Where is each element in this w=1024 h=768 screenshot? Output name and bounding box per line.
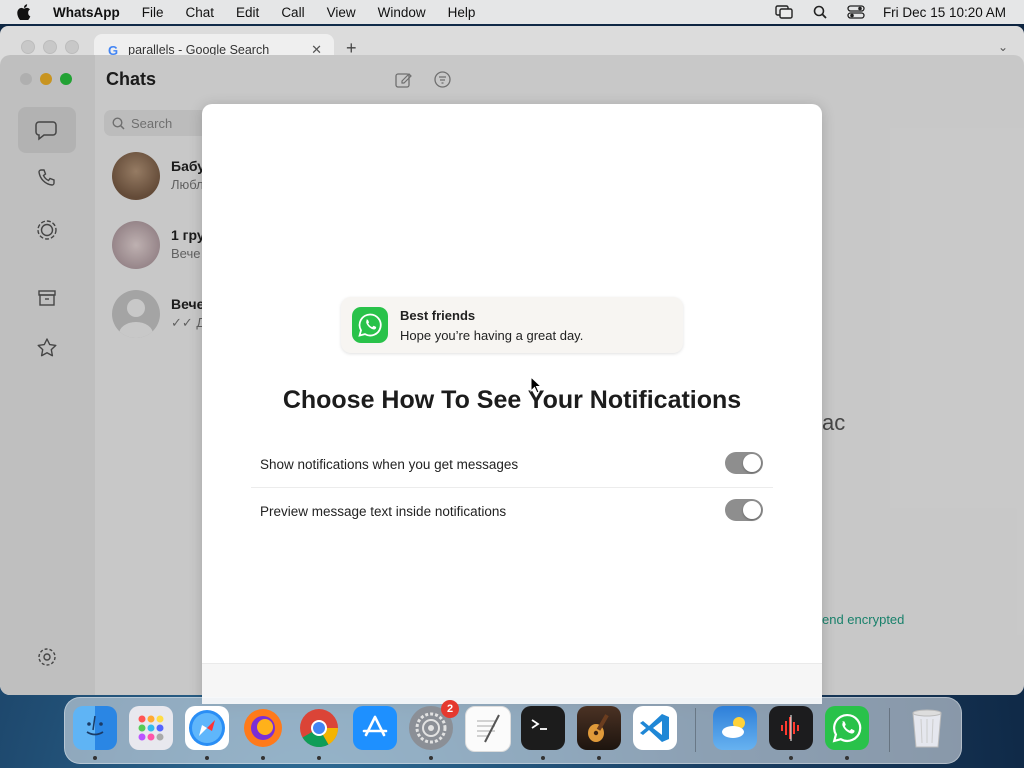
preview-text-toggle[interactable] <box>725 499 763 521</box>
whatsapp-dock-icon[interactable] <box>825 706 869 750</box>
app-store-icon[interactable] <box>353 706 397 750</box>
menu-app-name[interactable]: WhatsApp <box>53 5 120 20</box>
menu-clock[interactable]: Fri Dec 15 10:20 AM <box>883 5 1006 20</box>
apple-menu-icon[interactable] <box>17 4 37 20</box>
screen-mirroring-icon[interactable] <box>775 5 793 19</box>
launchpad-icon[interactable] <box>129 706 173 750</box>
menu-file[interactable]: File <box>142 5 164 20</box>
option-label: Preview message text inside notification… <box>260 503 507 519</box>
weather-icon[interactable] <box>713 706 757 750</box>
voice-memos-icon[interactable] <box>769 706 813 750</box>
safari-icon[interactable] <box>185 706 229 750</box>
textedit-icon[interactable] <box>465 706 511 752</box>
spotlight-search-icon[interactable] <box>811 5 829 19</box>
menu-call[interactable]: Call <box>281 5 304 20</box>
notification-body: Hope you’re having a great day. <box>400 328 584 343</box>
browser-traffic-lights <box>21 40 79 54</box>
show-notifications-toggle[interactable] <box>725 452 763 474</box>
whatsapp-logo-icon <box>352 307 388 343</box>
chrome-icon[interactable] <box>297 706 341 750</box>
notification-options-list: Show notifications when you get messages… <box>251 441 773 534</box>
control-center-icon[interactable] <box>847 5 865 19</box>
menu-edit[interactable]: Edit <box>236 5 259 20</box>
mouse-cursor-icon <box>530 375 543 399</box>
notification-settings-dialog: Best friends Hope you’re having a great … <box>202 104 822 704</box>
trash-icon[interactable] <box>905 706 949 750</box>
notification-badge: 2 <box>441 700 459 718</box>
notification-preview-card: Best friends Hope you’re having a great … <box>341 297 683 353</box>
option-preview-text: Preview message text inside notification… <box>251 488 773 534</box>
menu-chat[interactable]: Chat <box>186 5 215 20</box>
option-show-notifications: Show notifications when you get messages <box>251 441 773 488</box>
dock: 2 <box>64 697 962 764</box>
finder-icon[interactable] <box>73 706 117 750</box>
option-label: Show notifications when you get messages <box>260 456 519 472</box>
menu-view[interactable]: View <box>327 5 356 20</box>
system-settings-icon[interactable]: 2 <box>409 700 459 750</box>
terminal-icon[interactable] <box>521 706 565 750</box>
menu-window[interactable]: Window <box>378 5 426 20</box>
vscode-icon[interactable] <box>633 706 677 750</box>
menu-help[interactable]: Help <box>448 5 476 20</box>
tab-list-chevron-icon[interactable]: ⌄ <box>998 40 1008 54</box>
dialog-heading: Choose How To See Your Notifications <box>282 386 742 414</box>
notification-title: Best friends <box>400 308 476 323</box>
menu-bar: WhatsApp File Chat Edit Call View Window… <box>0 0 1024 24</box>
garageband-icon[interactable] <box>577 706 621 750</box>
firefox-icon[interactable] <box>241 706 285 750</box>
